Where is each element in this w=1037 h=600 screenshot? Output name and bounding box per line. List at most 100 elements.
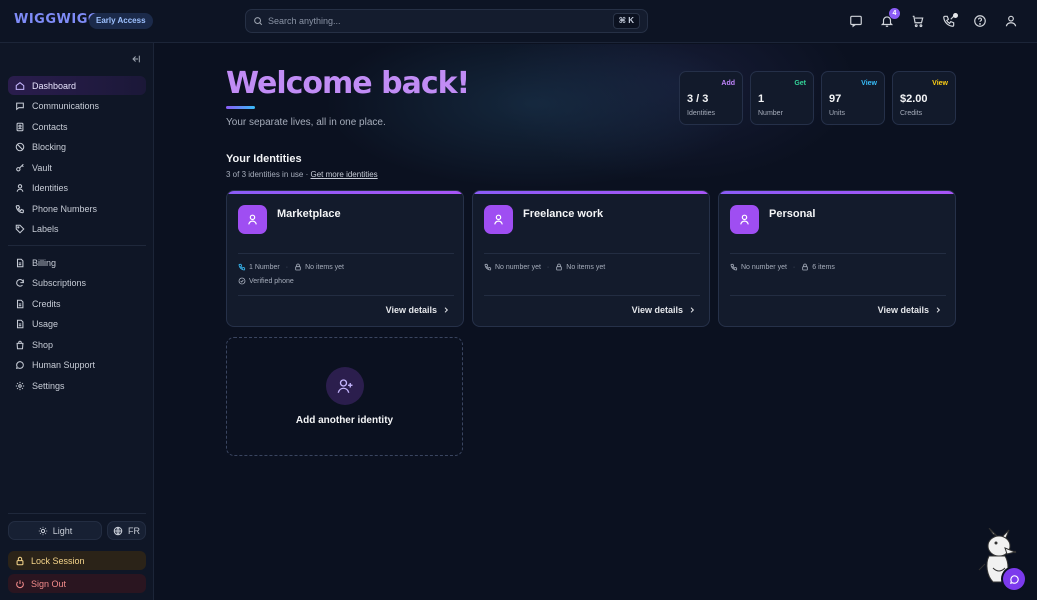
stat-label: Identities	[687, 110, 716, 117]
sun-icon	[38, 526, 48, 536]
stat-get-link[interactable]: Get	[794, 80, 806, 87]
sidebar-item-dashboard[interactable]: Dashboard	[8, 76, 146, 95]
user-icon	[15, 183, 25, 193]
sidebar-item-subscriptions[interactable]: Subscriptions	[8, 273, 146, 292]
key-icon	[15, 163, 25, 173]
chat-icon	[15, 101, 25, 111]
sidebar-item-label: Shop	[32, 339, 54, 350]
meta-separator: ·	[792, 263, 796, 271]
lock-icon	[294, 263, 302, 271]
stat-value: 1	[758, 93, 765, 105]
search-input[interactable]	[268, 10, 598, 32]
stat-card-number[interactable]: Get 1 Number	[750, 71, 814, 125]
refresh-icon	[15, 278, 25, 288]
help-icon[interactable]	[971, 12, 989, 30]
sidebar-item-credits[interactable]: Credits	[8, 294, 146, 313]
bag-icon	[15, 340, 25, 350]
identity-avatar	[730, 205, 759, 234]
main-content: Welcome back! Your separate lives, all i…	[155, 44, 1037, 600]
sidebar-item-label: Communications	[32, 100, 100, 111]
phone-icon	[730, 263, 738, 271]
chat-icon	[15, 360, 25, 370]
lock-session-button[interactable]: Lock Session	[8, 551, 146, 570]
stat-value: 3 / 3	[687, 93, 709, 105]
chat-support-button[interactable]	[1003, 568, 1025, 590]
view-details-link[interactable]: View details	[386, 305, 450, 315]
sidebar-item-label: Vault	[32, 162, 52, 173]
messages-icon[interactable]	[847, 12, 865, 30]
verified-label: Verified phone	[249, 277, 294, 285]
sidebar-item-billing[interactable]: Billing	[8, 253, 146, 272]
home-icon	[15, 81, 25, 91]
power-icon	[15, 579, 25, 589]
get-more-identities-link[interactable]: Get more identities	[311, 170, 378, 179]
identity-meta: 1 Number · No items yet	[238, 263, 344, 271]
view-details-link[interactable]: View details	[632, 305, 696, 315]
sidebar-item-settings[interactable]: Settings	[8, 376, 146, 395]
stat-view-link[interactable]: View	[932, 80, 948, 87]
theme-toggle-button[interactable]: Light	[8, 521, 102, 540]
stat-card-identities[interactable]: Add 3 / 3 Identities	[679, 71, 743, 125]
stat-view-link[interactable]: View	[861, 80, 877, 87]
language-button[interactable]: FR	[107, 521, 146, 540]
sidebar-item-label: Contacts	[32, 121, 68, 132]
sign-out-label: Sign Out	[31, 578, 67, 589]
user-icon[interactable]	[1002, 12, 1020, 30]
identity-name: Marketplace	[277, 208, 341, 220]
doc-icon	[15, 319, 25, 329]
add-identity-card[interactable]: Add another identity	[226, 337, 463, 456]
sign-out-button[interactable]: Sign Out	[8, 574, 146, 593]
sidebar-divider	[8, 245, 146, 246]
identity-card-marketplace[interactable]: Marketplace 1 Number · No items yet Veri…	[226, 190, 464, 327]
sidebar-item-contacts[interactable]: Contacts	[8, 117, 146, 136]
stat-add-link[interactable]: Add	[721, 80, 735, 87]
card-divider	[238, 295, 454, 296]
identities-usage-text: 3 of 3 identities in use · Get more iden…	[226, 170, 378, 179]
theme-label: Light	[52, 525, 73, 536]
sidebar-item-shop[interactable]: Shop	[8, 335, 146, 354]
chat-icon	[1009, 574, 1020, 585]
identity-card-personal[interactable]: Personal No number yet · 6 items View de…	[718, 190, 956, 327]
sidebar-item-human-support[interactable]: Human Support	[8, 355, 146, 374]
stat-card-credits[interactable]: View $2.00 Credits	[892, 71, 956, 125]
identity-meta: No number yet · No items yet	[484, 263, 605, 271]
sidebar-item-communications[interactable]: Communications	[8, 96, 146, 115]
identity-card-freelance-work[interactable]: Freelance work No number yet · No items …	[472, 190, 710, 327]
card-divider	[730, 295, 946, 296]
sidebar-item-identities[interactable]: Identities	[8, 178, 146, 197]
early-access-badge: Early Access	[89, 13, 153, 29]
call-log-dot	[953, 13, 958, 18]
sidebar-item-label: Usage	[32, 318, 59, 329]
stat-card-units[interactable]: View 97 Units	[821, 71, 885, 125]
stat-label: Units	[829, 110, 845, 117]
sidebar-item-usage[interactable]: Usage	[8, 314, 146, 333]
sidebar-item-labels[interactable]: Labels	[8, 219, 146, 238]
sidebar-item-phone-numbers[interactable]: Phone Numbers	[8, 199, 146, 218]
cart-icon[interactable]	[909, 12, 927, 30]
identity-avatar	[484, 205, 513, 234]
sidebar-item-vault[interactable]: Vault	[8, 158, 146, 177]
identity-meta: No number yet · 6 items	[730, 263, 835, 271]
identity-items-status: No items yet	[305, 263, 344, 271]
phone-icon	[238, 263, 246, 271]
sidebar-item-label: Credits	[32, 298, 61, 309]
card-divider	[730, 253, 946, 254]
view-details-link[interactable]: View details	[878, 305, 942, 315]
welcome-heading: Welcome back!	[226, 66, 470, 101]
stat-value: 97	[829, 93, 842, 105]
doc-icon	[15, 258, 25, 268]
block-icon	[15, 142, 25, 152]
heading-accent	[226, 106, 255, 109]
brand-logo[interactable]: WIGGWIGG	[14, 12, 99, 27]
sidebar-item-label: Billing	[32, 257, 57, 268]
card-accent	[719, 191, 955, 194]
phone-icon	[484, 263, 492, 271]
card-divider	[484, 253, 700, 254]
identity-avatar	[238, 205, 267, 234]
identity-verified: Verified phone	[238, 277, 294, 285]
check-circle-icon	[238, 277, 246, 285]
sidebar-item-blocking[interactable]: Blocking	[8, 137, 146, 156]
search-bar[interactable]: ⌘ K	[245, 9, 648, 33]
lock-icon	[801, 263, 809, 271]
collapse-sidebar-icon[interactable]	[131, 54, 141, 64]
